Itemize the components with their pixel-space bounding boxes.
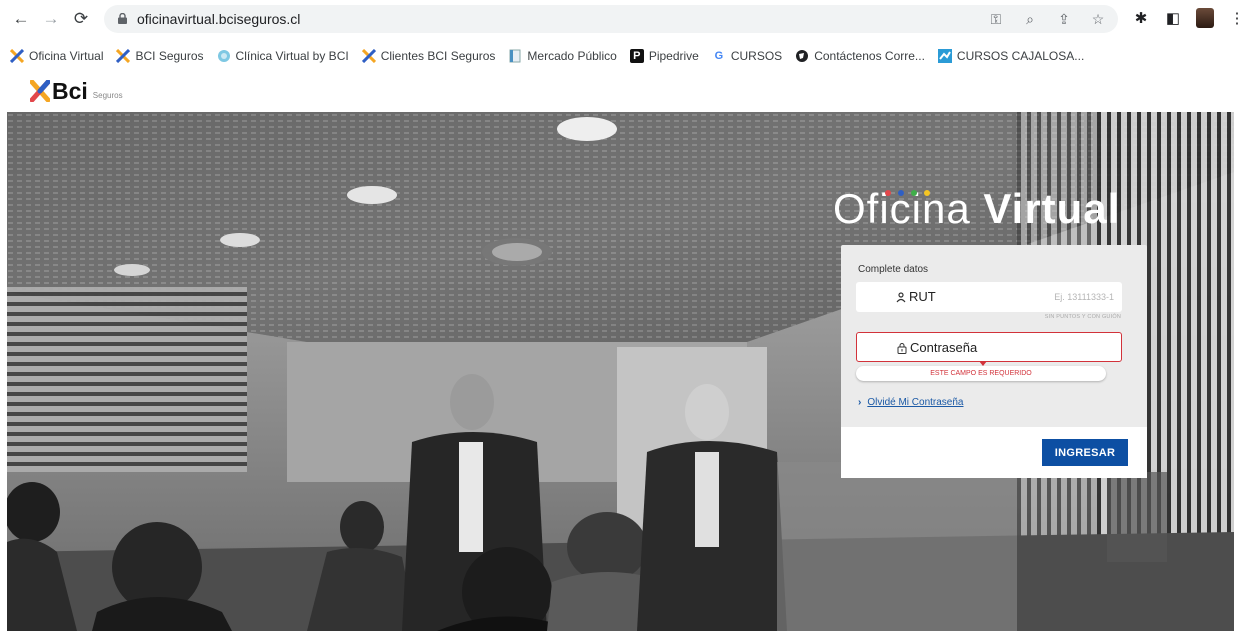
- rut-hint: SIN PUNTOS Y CON GUIÓN: [1044, 314, 1121, 320]
- padlock-icon: [897, 343, 907, 354]
- bookmarks-bar: Oficina Virtual BCI Seguros Clínica Virt…: [0, 43, 1241, 69]
- bci-x-logo-icon: [30, 80, 50, 102]
- reload-icon[interactable]: ⟳: [70, 8, 92, 30]
- chevron-right-icon: ›: [858, 397, 862, 408]
- bookmark-bci-seguros[interactable]: BCI Seguros: [116, 49, 204, 63]
- logo-subtext: Seguros: [92, 91, 123, 100]
- bookmark-cursos-cajalosa[interactable]: CURSOS CAJALOSA...: [937, 49, 1084, 63]
- pipedrive-icon: P: [629, 49, 644, 63]
- red-dot-icon: [885, 190, 891, 196]
- hero-title: Oficina Virtual: [833, 185, 1120, 233]
- profile-avatar[interactable]: [1196, 8, 1214, 28]
- share-icon[interactable]: ⇪: [1056, 10, 1072, 28]
- rut-input[interactable]: RUT Ej. 13111333-1: [856, 282, 1122, 312]
- globe-dark-icon: [796, 50, 809, 62]
- bci-x-icon: [116, 49, 131, 63]
- back-arrow-icon[interactable]: ←: [10, 8, 32, 30]
- user-icon: [896, 292, 906, 303]
- green-dot-icon: [911, 190, 917, 196]
- bookmark-cursos[interactable]: G CURSOS: [712, 49, 783, 63]
- forgot-password-text: Olvidé Mi Contraseña: [867, 397, 964, 408]
- password-label: Contraseña: [910, 340, 978, 355]
- side-panel-icon[interactable]: ◧: [1164, 8, 1182, 28]
- blue-dot-icon: [898, 190, 904, 196]
- rut-label: RUT: [909, 289, 936, 304]
- url-text: oficinavirtual.bciseguros.cl: [137, 11, 301, 27]
- forward-arrow-icon[interactable]: →: [40, 8, 62, 30]
- bookmark-contactenos[interactable]: Contáctenos Corre...: [795, 49, 925, 63]
- card-footer: INGRESAR: [841, 427, 1147, 478]
- bookmark-oficina-virtual[interactable]: Oficina Virtual: [10, 49, 103, 63]
- hero-title-bold: Virtual: [983, 185, 1121, 232]
- address-bar[interactable]: oficinavirtual.bciseguros.cl ⚿ ⌕ ⇪ ☆: [104, 5, 1118, 33]
- bci-x-icon: [10, 49, 24, 63]
- rut-placeholder: Ej. 13111333-1: [1054, 292, 1114, 302]
- star-icon[interactable]: ☆: [1090, 10, 1106, 28]
- password-input[interactable]: Contraseña: [856, 332, 1122, 362]
- forgot-password-link[interactable]: › Olvidé Mi Contraseña: [858, 397, 964, 408]
- extensions-puzzle-icon[interactable]: ✱: [1132, 8, 1150, 28]
- more-menu-icon[interactable]: ⋮: [1228, 8, 1241, 28]
- google-icon: G: [714, 50, 724, 62]
- bookmark-clinica-virtual[interactable]: Clínica Virtual by BCI: [217, 49, 349, 63]
- bci-x-icon: [361, 49, 376, 63]
- key-icon[interactable]: ⚿: [988, 10, 1004, 28]
- logo-text: Bci: [52, 78, 88, 104]
- browser-toolbar: ← → ⟳ oficinavirtual.bciseguros.cl ⚿ ⌕ ⇪…: [0, 0, 1241, 38]
- bookmark-clientes-bci[interactable]: Clientes BCI Seguros: [361, 49, 495, 63]
- brand-dots: [885, 190, 930, 196]
- cursos-icon: [937, 49, 952, 63]
- yellow-dot-icon: [924, 190, 930, 196]
- globe-icon: [217, 50, 230, 62]
- lock-icon: [118, 13, 127, 24]
- bci-seguros-logo[interactable]: Bci Seguros: [30, 78, 123, 104]
- password-error-message: ESTE CAMPO ES REQUERIDO: [856, 366, 1106, 381]
- bookmark-pipedrive[interactable]: P Pipedrive: [629, 49, 699, 63]
- zoom-icon[interactable]: ⌕: [1022, 10, 1038, 28]
- bookmark-mercado-publico[interactable]: Mercado Público: [508, 49, 617, 63]
- document-icon: [509, 49, 521, 63]
- site-header: Bci Seguros: [0, 72, 1241, 114]
- complete-datos-label: Complete datos: [858, 264, 929, 275]
- login-card: Complete datos RUT Ej. 13111333-1 SIN PU…: [841, 245, 1147, 478]
- ingresar-button[interactable]: INGRESAR: [1042, 439, 1128, 466]
